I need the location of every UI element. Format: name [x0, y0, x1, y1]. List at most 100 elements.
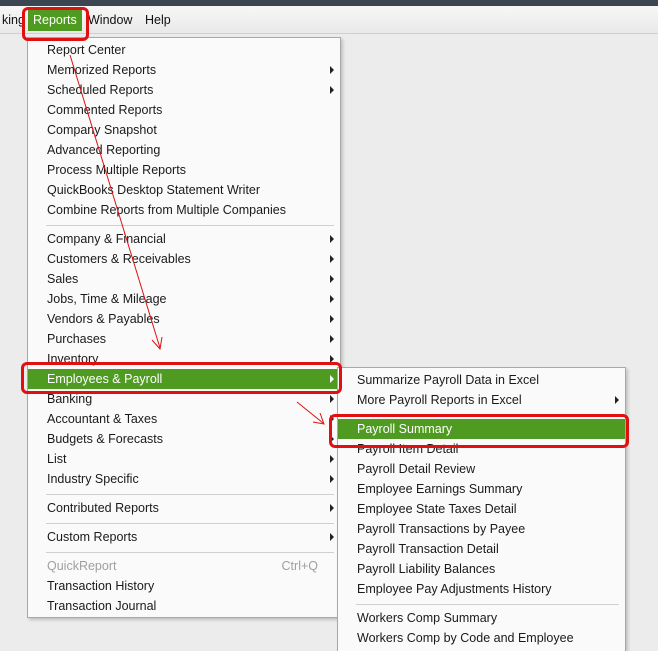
menu-item-payroll-item-detail[interactable]: Payroll Item Detail: [338, 439, 625, 459]
menu-separator: [356, 604, 619, 605]
menu-item-label: Customers & Receivables: [47, 252, 191, 266]
menu-item-label: Memorized Reports: [47, 63, 157, 77]
submenu-arrow-icon: [330, 533, 334, 541]
menu-item-label: Vendors & Payables: [47, 312, 160, 326]
menu-item-process-multiple-reports[interactable]: Process Multiple Reports: [28, 160, 340, 180]
menu-item-company-snapshot[interactable]: Company Snapshot: [28, 120, 340, 140]
menu-bar: king Reports Window Help: [0, 6, 658, 34]
menu-item-company-financial[interactable]: Company & Financial: [28, 229, 340, 249]
submenu-arrow-icon: [330, 415, 334, 423]
menu-item-budgets-forecasts[interactable]: Budgets & Forecasts: [28, 429, 340, 449]
menu-item-payroll-summary[interactable]: Payroll Summary: [338, 419, 625, 439]
submenu-arrow-icon: [330, 255, 334, 263]
menu-item-label: Payroll Transaction Detail: [357, 542, 499, 556]
menu-item-employee-pay-adjustments[interactable]: Employee Pay Adjustments History: [338, 579, 625, 599]
menu-item-jobs-time-mileage[interactable]: Jobs, Time & Mileage: [28, 289, 340, 309]
menu-item-employee-earnings-summary[interactable]: Employee Earnings Summary: [338, 479, 625, 499]
menu-item-memorized-reports[interactable]: Memorized Reports: [28, 60, 340, 80]
reports-menu: Report Center Memorized Reports Schedule…: [27, 37, 341, 618]
menu-item-workers-comp-by-code[interactable]: Workers Comp by Code and Employee: [338, 628, 625, 648]
submenu-arrow-icon: [330, 335, 334, 343]
menu-item-label: Payroll Summary: [357, 422, 453, 436]
submenu-arrow-icon: [330, 475, 334, 483]
menu-separator: [46, 225, 334, 226]
menu-item-advanced-reporting[interactable]: Advanced Reporting: [28, 140, 340, 160]
menu-item-label: Employee Earnings Summary: [357, 482, 523, 496]
submenu-arrow-icon: [330, 455, 334, 463]
menu-item-label: Custom Reports: [47, 530, 138, 544]
menu-item-list[interactable]: List: [28, 449, 340, 469]
submenu-arrow-icon: [330, 275, 334, 283]
menu-item-label: More Payroll Reports in Excel: [357, 393, 522, 407]
menu-item-more-payroll-excel[interactable]: More Payroll Reports in Excel: [338, 390, 625, 410]
menu-separator: [46, 552, 334, 553]
menu-item-scheduled-reports[interactable]: Scheduled Reports: [28, 80, 340, 100]
menu-reports[interactable]: Reports: [28, 10, 82, 31]
menu-item-employees-payroll[interactable]: Employees & Payroll: [28, 369, 340, 389]
menu-item-custom-reports[interactable]: Custom Reports: [28, 527, 340, 547]
menu-separator: [46, 494, 334, 495]
menu-item-label: Combine Reports from Multiple Companies: [47, 203, 286, 217]
menu-item-sales[interactable]: Sales: [28, 269, 340, 289]
menu-item-vendors-payables[interactable]: Vendors & Payables: [28, 309, 340, 329]
menu-item-label: QuickBooks Desktop Statement Writer: [47, 183, 261, 197]
menu-item-label: Sales: [47, 272, 79, 286]
submenu-arrow-icon: [330, 235, 334, 243]
submenu-arrow-icon: [330, 504, 334, 512]
menu-item-label: Workers Comp Summary: [357, 611, 498, 625]
menu-separator: [46, 523, 334, 524]
menu-item-label: Employees & Payroll: [47, 372, 163, 386]
submenu-arrow-icon: [330, 66, 334, 74]
menu-help[interactable]: Help: [140, 10, 176, 31]
menu-item-payroll-liability-balances[interactable]: Payroll Liability Balances: [338, 559, 625, 579]
submenu-arrow-icon: [330, 395, 334, 403]
menu-item-purchases[interactable]: Purchases: [28, 329, 340, 349]
menu-item-combine-reports[interactable]: Combine Reports from Multiple Companies: [28, 200, 340, 220]
employees-payroll-submenu: Summarize Payroll Data in Excel More Pay…: [337, 367, 626, 651]
menu-item-label: Company Snapshot: [47, 123, 157, 137]
menu-item-label: Workers Comp by Code and Employee: [357, 631, 574, 645]
menu-item-payroll-detail-review[interactable]: Payroll Detail Review: [338, 459, 625, 479]
menu-item-employee-state-taxes[interactable]: Employee State Taxes Detail: [338, 499, 625, 519]
submenu-arrow-icon: [330, 435, 334, 443]
menu-item-transaction-journal[interactable]: Transaction Journal: [28, 596, 340, 616]
menu-item-label: Summarize Payroll Data in Excel: [357, 373, 540, 387]
submenu-arrow-icon: [330, 86, 334, 94]
menu-item-label: Inventory: [47, 352, 99, 366]
menu-banking[interactable]: king: [0, 10, 30, 31]
menu-item-payroll-transaction-detail[interactable]: Payroll Transaction Detail: [338, 539, 625, 559]
submenu-arrow-icon: [330, 355, 334, 363]
menu-item-statement-writer[interactable]: QuickBooks Desktop Statement Writer: [28, 180, 340, 200]
menu-item-label: Jobs, Time & Mileage: [47, 292, 167, 306]
menu-item-label: Payroll Item Detail: [357, 442, 459, 456]
menu-item-label: Employee Pay Adjustments History: [357, 582, 552, 596]
menu-item-customers-receivables[interactable]: Customers & Receivables: [28, 249, 340, 269]
menu-item-report-center[interactable]: Report Center: [28, 40, 340, 60]
submenu-arrow-icon: [615, 396, 619, 404]
menu-separator: [356, 414, 619, 415]
menu-item-label: Payroll Transactions by Payee: [357, 522, 526, 536]
menu-item-accountant-taxes[interactable]: Accountant & Taxes: [28, 409, 340, 429]
menu-item-label: Scheduled Reports: [47, 83, 154, 97]
menu-item-label: Banking: [47, 392, 93, 406]
menu-item-commented-reports[interactable]: Commented Reports: [28, 100, 340, 120]
menu-item-contributed-reports[interactable]: Contributed Reports: [28, 498, 340, 518]
menu-item-label: Payroll Liability Balances: [357, 562, 496, 576]
menu-item-label: Contributed Reports: [47, 501, 159, 515]
submenu-arrow-icon: [330, 315, 334, 323]
menu-window[interactable]: Window: [83, 10, 137, 31]
menu-item-label: Report Center: [47, 43, 126, 57]
menu-item-transaction-history[interactable]: Transaction History: [28, 576, 340, 596]
menu-item-workers-comp-summary[interactable]: Workers Comp Summary: [338, 608, 625, 628]
menu-item-payroll-transactions-by-payee[interactable]: Payroll Transactions by Payee: [338, 519, 625, 539]
menu-item-inventory[interactable]: Inventory: [28, 349, 340, 369]
menu-item-label: List: [47, 452, 67, 466]
submenu-arrow-icon: [330, 375, 334, 383]
menu-item-summarize-payroll-excel[interactable]: Summarize Payroll Data in Excel: [338, 370, 625, 390]
submenu-arrow-icon: [330, 295, 334, 303]
menu-item-label: Purchases: [47, 332, 107, 346]
menu-item-label: Employee State Taxes Detail: [357, 502, 517, 516]
menu-item-label: Transaction History: [47, 579, 155, 593]
menu-item-banking[interactable]: Banking: [28, 389, 340, 409]
menu-item-industry-specific[interactable]: Industry Specific: [28, 469, 340, 489]
